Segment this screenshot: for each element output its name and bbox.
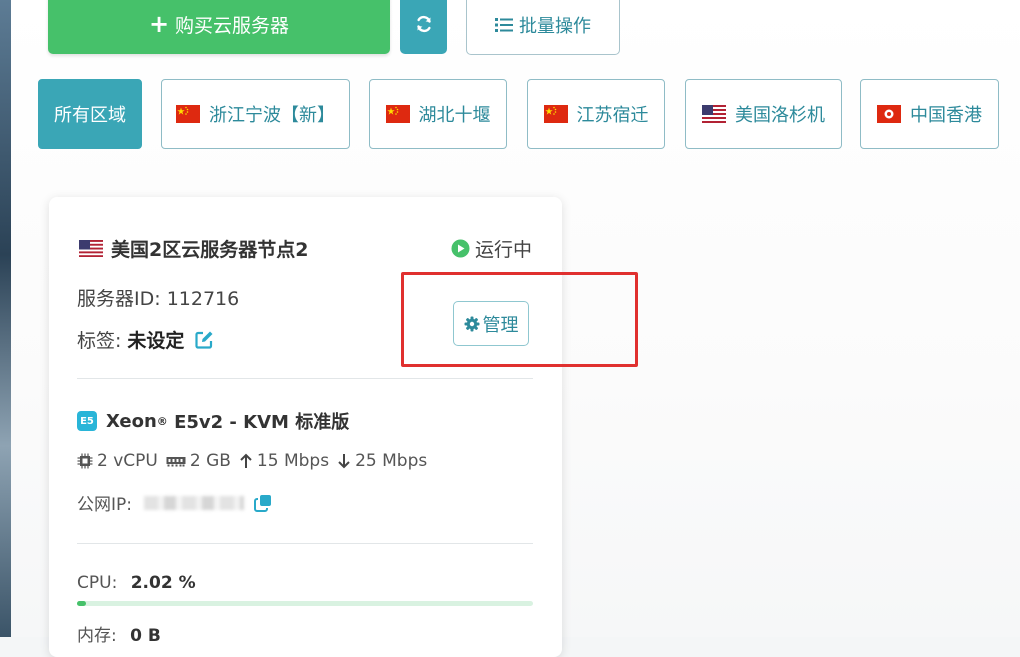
- resource-specs: 2 vCPU 2 GB 15 Mbps 25 Mbps: [77, 451, 435, 471]
- upload-bandwidth: 15 Mbps: [239, 451, 329, 471]
- spec-main: Xeon: [106, 410, 157, 432]
- plus-icon: +: [148, 10, 170, 38]
- server-title: 美国2区云服务器节点2: [79, 235, 308, 262]
- memory-spec: 2 GB: [166, 451, 231, 471]
- status-text: 运行中: [475, 239, 533, 261]
- china-flag-icon: [543, 105, 568, 123]
- ip-address-redacted: [144, 495, 244, 510]
- region-tab-label: 中国香港: [910, 105, 982, 126]
- list-icon: [495, 17, 513, 32]
- spec-rest: E5v2 - KVM 标准版: [167, 412, 350, 433]
- region-tab-label: 所有区域: [54, 105, 126, 126]
- cpu-value: 2.02 %: [130, 573, 196, 593]
- buy-cloud-server-button[interactable]: + 购买云服务器: [48, 0, 390, 54]
- arrow-up-icon: [240, 453, 252, 468]
- batch-operation-button[interactable]: 批量操作: [466, 0, 620, 55]
- usa-flag-icon: [79, 240, 103, 257]
- page: + 购买云服务器 批量操作 所有区域 浙江宁波【新】 湖北十堰 江苏宿迁 美国洛…: [11, 0, 1020, 657]
- download-value: 25 Mbps: [355, 451, 428, 471]
- server-spec: E5 Xeon ® E5v2 - KVM 标准版: [77, 408, 349, 434]
- highlight-box: [401, 272, 638, 367]
- region-tab-label: 湖北十堰: [418, 105, 491, 126]
- memory-usage-value: 0 B: [130, 626, 161, 646]
- cpu-badge-icon: E5: [77, 411, 97, 431]
- china-flag-icon: [176, 105, 200, 123]
- memory-value: 2 GB: [189, 451, 231, 471]
- hong-kong-flag-icon: [877, 105, 901, 123]
- copy-icon[interactable]: [254, 494, 272, 512]
- public-ip: 公网IP:: [77, 490, 272, 515]
- region-tab-jiangsu-suqian[interactable]: 江苏宿迁: [527, 79, 665, 149]
- edit-icon[interactable]: [194, 330, 214, 350]
- divider: [77, 378, 533, 379]
- tag-label: 标签:: [77, 330, 122, 352]
- memory-icon: [166, 457, 186, 467]
- server-id-label: 服务器ID:: [77, 288, 161, 310]
- public-ip-label: 公网IP:: [77, 495, 132, 515]
- cpu-progress-fill: [77, 601, 87, 606]
- server-id-value: 112716: [166, 288, 240, 310]
- divider: [77, 543, 533, 544]
- vcpu-value: 2 vCPU: [97, 451, 158, 471]
- region-tab-label: 江苏宿迁: [576, 105, 649, 126]
- download-bandwidth: 25 Mbps: [337, 451, 427, 471]
- region-tab-label: 美国洛杉机: [735, 105, 825, 126]
- running-status-icon: [451, 239, 470, 258]
- region-tab-hong-kong[interactable]: 中国香港: [860, 79, 999, 149]
- registered-mark: ®: [156, 414, 168, 428]
- cpu-usage: CPU: 2.02 %: [77, 573, 196, 593]
- upload-value: 15 Mbps: [256, 451, 330, 471]
- background-strip: [0, 0, 11, 637]
- memory-label: 内存:: [77, 626, 117, 646]
- region-tab-all[interactable]: 所有区域: [38, 79, 142, 149]
- region-tab-hubei-shiyan[interactable]: 湖北十堰: [369, 79, 507, 149]
- refresh-button[interactable]: [400, 0, 447, 54]
- refresh-icon: [416, 15, 431, 33]
- arrow-down-icon: [338, 454, 350, 469]
- usa-flag-icon: [702, 105, 726, 123]
- china-flag-icon: [385, 105, 410, 123]
- memory-usage: 内存: 0 B: [77, 621, 161, 646]
- cpu-progress-bar: [77, 601, 533, 606]
- tag-value: 未设定: [127, 330, 185, 352]
- vcpu-spec: 2 vCPU: [77, 451, 158, 471]
- batch-button-label: 批量操作: [519, 15, 591, 37]
- region-tab-usa-los-angeles[interactable]: 美国洛杉机: [685, 79, 842, 149]
- server-status: 运行中: [451, 235, 532, 262]
- region-tab-zhejiang-ningbo[interactable]: 浙江宁波【新】: [161, 79, 350, 149]
- server-tag: 标签: 未设定: [77, 326, 214, 353]
- server-id: 服务器ID: 112716: [77, 284, 239, 311]
- server-card: 美国2区云服务器节点2 运行中 服务器ID: 112716 标签: 未设定 管理…: [49, 197, 562, 657]
- server-name: 美国2区云服务器节点2: [111, 239, 309, 261]
- buy-button-label: 购买云服务器: [175, 14, 290, 37]
- cpu-label: CPU:: [77, 573, 118, 593]
- region-tab-label: 浙江宁波【新】: [209, 105, 335, 126]
- cpu-chip-icon: [77, 453, 93, 469]
